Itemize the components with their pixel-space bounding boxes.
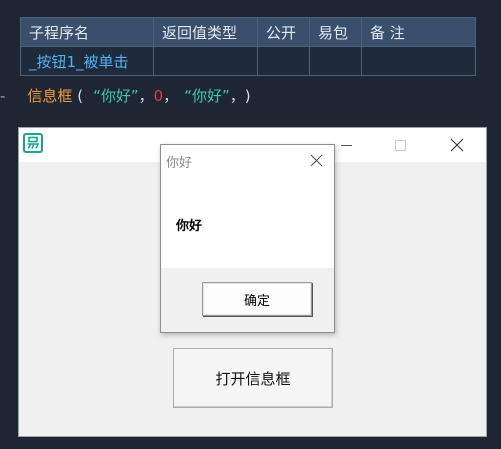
code-comma: ， [229, 87, 245, 105]
code-line[interactable]: - 信息框 (“你好”，0， “你好”，) [0, 85, 251, 109]
message-box-dialog[interactable]: 你好 你好 确定 [160, 144, 335, 333]
header-subroutine-name: 子程序名 [20, 17, 154, 47]
cell-return-type[interactable] [153, 46, 258, 76]
message-box-body: 你好 [161, 175, 334, 268]
code-string-arg-1: “你好” [93, 87, 139, 105]
code-string-arg-2: “你好” [184, 87, 230, 105]
code-comma: ， [163, 87, 179, 105]
easy-language-icon-glyph [27, 136, 40, 149]
header-note: 备 注 [361, 17, 476, 47]
subroutine-table: 子程序名 返回值类型 公开 易包 备 注 _按钮1_被单击 [20, 17, 476, 76]
ok-button[interactable]: 确定 [202, 282, 312, 316]
message-box-text: 你好 [176, 219, 203, 234]
code-comma: ， [138, 87, 154, 105]
cell-subroutine-name[interactable]: _按钮1_被单击 [20, 46, 154, 76]
table-row[interactable]: _按钮1_被单击 [20, 46, 476, 76]
close-button[interactable] [434, 128, 480, 162]
code-function-name: 信息框 [27, 87, 73, 105]
header-package: 易包 [309, 17, 362, 47]
subroutine-table-header: 子程序名 返回值类型 公开 易包 备 注 [20, 17, 476, 47]
message-box-titlebar[interactable]: 你好 [161, 145, 334, 175]
easy-language-icon [23, 133, 43, 153]
maximize-icon [394, 139, 406, 151]
code-close-paren: ) [244, 87, 251, 105]
cell-public[interactable] [257, 46, 310, 76]
header-return-type: 返回值类型 [153, 17, 258, 47]
minimize-icon [340, 144, 352, 146]
code-fold-marker: - [0, 87, 6, 105]
code-open-paren: ( [72, 87, 84, 105]
code-number-arg: 0 [153, 87, 164, 105]
close-icon [450, 138, 464, 152]
close-icon[interactable] [310, 154, 323, 167]
message-box-footer: 确定 [161, 268, 334, 332]
cell-note[interactable] [361, 46, 476, 76]
open-message-box-button[interactable]: 打开信息框 [173, 348, 333, 408]
cell-package[interactable] [309, 46, 362, 76]
header-public: 公开 [257, 17, 310, 47]
message-box-title: 你好 [166, 156, 193, 171]
maximize-button[interactable] [377, 128, 423, 162]
